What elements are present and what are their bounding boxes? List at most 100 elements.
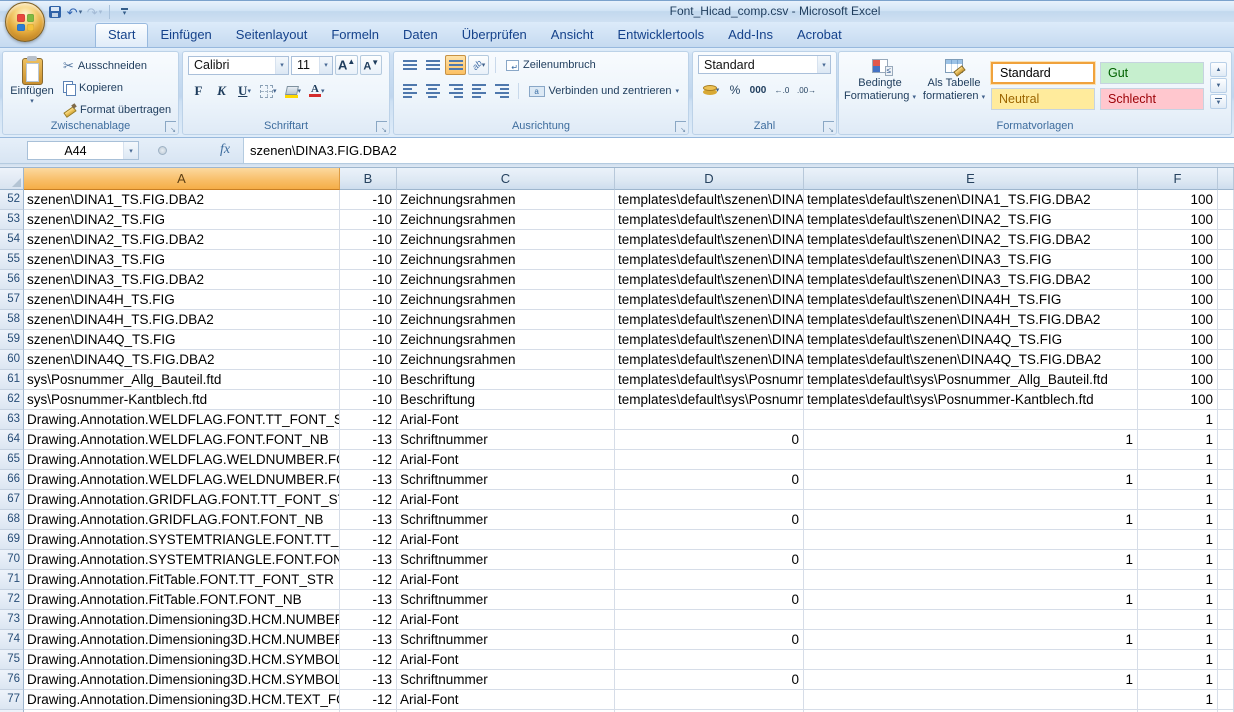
grow-font-button[interactable]: A▲ bbox=[335, 55, 358, 75]
column-header-c[interactable]: C bbox=[397, 168, 615, 190]
cell[interactable]: Arial-Font bbox=[397, 410, 615, 430]
cell[interactable]: -13 bbox=[340, 470, 397, 490]
cell[interactable] bbox=[1218, 370, 1234, 390]
cell[interactable] bbox=[1218, 190, 1234, 210]
cell[interactable] bbox=[1218, 310, 1234, 330]
cell[interactable]: 100 bbox=[1138, 330, 1218, 350]
cell[interactable]: Zeichnungsrahmen bbox=[397, 270, 615, 290]
cell[interactable]: templates\default\szenen\DINA3_TS.FIG bbox=[615, 250, 804, 270]
row-header-57[interactable]: 57 bbox=[0, 290, 24, 310]
cell[interactable]: Drawing.Annotation.SYSTEMTRIANGLE.FONT.F… bbox=[24, 550, 340, 570]
tab-daten[interactable]: Daten bbox=[391, 23, 450, 47]
align-left-button[interactable] bbox=[399, 81, 420, 101]
cell[interactable]: -10 bbox=[340, 330, 397, 350]
conditional-formatting-button[interactable]: Bedingte Formatierung ▾ bbox=[843, 55, 917, 119]
cell[interactable] bbox=[1218, 610, 1234, 630]
formula-input[interactable]: szenen\DINA3.FIG.DBA2 bbox=[243, 138, 1234, 163]
clipboard-dialog-launcher[interactable] bbox=[165, 121, 176, 132]
cell[interactable]: templates\default\szenen\DINA1_TS.FIG.DB… bbox=[615, 190, 804, 210]
cell[interactable] bbox=[615, 410, 804, 430]
cell[interactable]: Arial-Font bbox=[397, 610, 615, 630]
cell[interactable]: 100 bbox=[1138, 270, 1218, 290]
column-header-partial[interactable] bbox=[1218, 168, 1234, 190]
cell[interactable]: Zeichnungsrahmen bbox=[397, 330, 615, 350]
cell[interactable]: templates\default\szenen\DINA4Q_TS.FIG bbox=[804, 330, 1138, 350]
cell[interactable]: 1 bbox=[1138, 450, 1218, 470]
row-header-65[interactable]: 65 bbox=[0, 450, 24, 470]
cell[interactable] bbox=[804, 530, 1138, 550]
cell[interactable]: Drawing.Annotation.SYSTEMTRIANGLE.FONT.T… bbox=[24, 530, 340, 550]
cell[interactable]: templates\default\szenen\DINA2_TS.FIG bbox=[615, 210, 804, 230]
cell[interactable]: Drawing.Annotation.Dimensioning3D.HCM.NU… bbox=[24, 610, 340, 630]
align-right-button[interactable] bbox=[445, 81, 466, 101]
cell[interactable] bbox=[1218, 290, 1234, 310]
font-family-combo[interactable]: Calibri ▾ bbox=[188, 56, 289, 75]
copy-button[interactable]: Kopieren bbox=[59, 78, 175, 97]
column-header-a[interactable]: A bbox=[24, 168, 340, 190]
cell[interactable]: 100 bbox=[1138, 350, 1218, 370]
cell[interactable] bbox=[615, 450, 804, 470]
cell[interactable] bbox=[1218, 270, 1234, 290]
row-header-62[interactable]: 62 bbox=[0, 390, 24, 410]
tab-add-ins[interactable]: Add-Ins bbox=[716, 23, 785, 47]
cell[interactable]: templates\default\sys\Posnummer_Allg_Bau… bbox=[804, 370, 1138, 390]
row-header-66[interactable]: 66 bbox=[0, 470, 24, 490]
row-header-56[interactable]: 56 bbox=[0, 270, 24, 290]
cell[interactable]: Drawing.Annotation.FitTable.FONT.TT_FONT… bbox=[24, 570, 340, 590]
cell[interactable]: Drawing.Annotation.FitTable.FONT.FONT_NB bbox=[24, 590, 340, 610]
bold-button[interactable]: F bbox=[188, 81, 209, 101]
row-header-63[interactable]: 63 bbox=[0, 410, 24, 430]
cell[interactable] bbox=[615, 530, 804, 550]
cell[interactable] bbox=[1218, 590, 1234, 610]
fill-color-button[interactable]: ▾ bbox=[282, 81, 305, 101]
cell[interactable]: szenen\DINA2_TS.FIG.DBA2 bbox=[24, 230, 340, 250]
cell[interactable]: 1 bbox=[1138, 470, 1218, 490]
tab-ansicht[interactable]: Ansicht bbox=[539, 23, 606, 47]
cell[interactable]: Schriftnummer bbox=[397, 630, 615, 650]
row-header-52[interactable]: 52 bbox=[0, 190, 24, 210]
underline-button[interactable]: U▾ bbox=[234, 81, 255, 101]
cell[interactable]: templates\default\szenen\DINA4H_TS.FIG bbox=[615, 290, 804, 310]
cell[interactable]: templates\default\sys\Posnummer-Kantblec… bbox=[615, 390, 804, 410]
cell[interactable] bbox=[1218, 230, 1234, 250]
cell[interactable] bbox=[615, 690, 804, 710]
cell[interactable]: 1 bbox=[1138, 550, 1218, 570]
orientation-button[interactable]: ab▾ bbox=[468, 55, 489, 75]
row-header-76[interactable]: 76 bbox=[0, 670, 24, 690]
cell[interactable] bbox=[615, 650, 804, 670]
cell[interactable]: 100 bbox=[1138, 230, 1218, 250]
format-as-table-button[interactable]: Als Tabelle formatieren ▾ bbox=[919, 55, 989, 119]
cell[interactable]: Arial-Font bbox=[397, 690, 615, 710]
name-box[interactable]: A44 ▾ bbox=[27, 141, 139, 160]
cell[interactable]: Arial-Font bbox=[397, 450, 615, 470]
gallery-more-button[interactable]: ▼ bbox=[1210, 94, 1227, 109]
cell[interactable] bbox=[804, 570, 1138, 590]
cell[interactable]: 1 bbox=[1138, 610, 1218, 630]
cell[interactable]: templates\default\szenen\DINA3_TS.FIG.DB… bbox=[615, 270, 804, 290]
row-header-64[interactable]: 64 bbox=[0, 430, 24, 450]
cell[interactable]: templates\default\szenen\DINA4H_TS.FIG.D… bbox=[615, 310, 804, 330]
cell[interactable]: 100 bbox=[1138, 190, 1218, 210]
wrap-text-button[interactable]: Zeilenumbruch bbox=[502, 56, 600, 75]
cell[interactable]: -13 bbox=[340, 430, 397, 450]
cell[interactable]: 0 bbox=[615, 510, 804, 530]
row-header-73[interactable]: 73 bbox=[0, 610, 24, 630]
cell[interactable]: Schriftnummer bbox=[397, 510, 615, 530]
style-neutral[interactable]: Neutral bbox=[991, 88, 1095, 110]
row-header-67[interactable]: 67 bbox=[0, 490, 24, 510]
cell[interactable]: Zeichnungsrahmen bbox=[397, 290, 615, 310]
cell[interactable] bbox=[1218, 510, 1234, 530]
cell[interactable] bbox=[1218, 430, 1234, 450]
cell[interactable]: -10 bbox=[340, 190, 397, 210]
cell[interactable]: 1 bbox=[1138, 410, 1218, 430]
cell[interactable]: -10 bbox=[340, 390, 397, 410]
cell[interactable]: -13 bbox=[340, 590, 397, 610]
decrease-indent-button[interactable] bbox=[468, 81, 489, 101]
select-all-corner[interactable] bbox=[0, 168, 24, 190]
cell[interactable]: Zeichnungsrahmen bbox=[397, 190, 615, 210]
cell[interactable]: -12 bbox=[340, 530, 397, 550]
cell[interactable] bbox=[615, 610, 804, 630]
cell[interactable]: 100 bbox=[1138, 210, 1218, 230]
cell[interactable]: -10 bbox=[340, 250, 397, 270]
cell[interactable]: Drawing.Annotation.Dimensioning3D.HCM.TE… bbox=[24, 690, 340, 710]
